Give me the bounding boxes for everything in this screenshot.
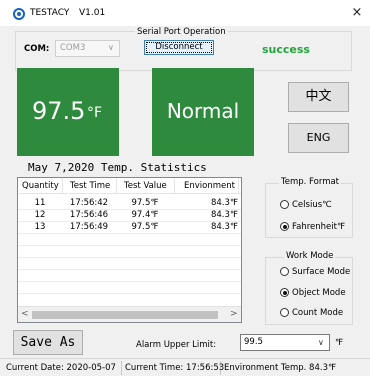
cell-quantity: 12 <box>34 210 46 220</box>
app-version: V1.01 <box>79 8 106 18</box>
object-mode-label[interactable]: Object Mode <box>292 288 346 298</box>
column-header-test-value[interactable]: Test Value <box>124 181 167 191</box>
alarm-limit-label: Alarm Upper Limit: <box>136 340 217 350</box>
work-mode-legend: Work Mode <box>284 251 336 261</box>
temperature-unit: °F <box>87 105 103 121</box>
save-as-button[interactable]: Save As <box>13 330 83 355</box>
cell-test-time: 17:56:42 <box>69 198 109 208</box>
chevron-down-icon[interactable]: ∨ <box>318 338 324 347</box>
environment-temp-label: Environment Temp. <box>224 363 307 373</box>
environment-temp-value: 84.3℉ <box>309 363 337 373</box>
current-date-value: 2020-05-07 <box>66 363 116 373</box>
cell-test-value: 97.5℉ <box>131 198 159 208</box>
scroll-left-icon[interactable]: < <box>21 309 29 319</box>
environment-temp: Environment Temp. 84.3℉ <box>221 361 359 375</box>
horizontal-scrollbar[interactable]: < > <box>18 306 241 322</box>
connection-status: success <box>262 43 310 56</box>
temp-format-legend: Temp. Format <box>279 177 342 187</box>
object-mode-radio[interactable] <box>280 288 289 297</box>
cell-test-value: 97.5℉ <box>131 222 159 232</box>
cell-environment: 84.3℉ <box>210 222 238 232</box>
status-bar: Current Date: 2020-05-07 Current Time: 1… <box>0 358 370 376</box>
current-date-label: Current Date: <box>6 363 64 373</box>
table-header: Quantity Test Time Test Value Envionment <box>18 178 241 194</box>
chevron-down-icon: ∨ <box>108 43 114 52</box>
table-row[interactable]: 11 17:56:42 97.5℉ 84.3℉ <box>18 197 241 209</box>
count-mode-label[interactable]: Count Mode <box>292 308 343 318</box>
app-logo-icon <box>13 8 25 20</box>
serial-port-legend: Serial Port Operation <box>135 27 228 37</box>
table-row[interactable]: 12 17:56:46 97.4℉ 84.3℉ <box>18 209 241 221</box>
status-text: Normal <box>166 99 240 123</box>
surface-mode-radio[interactable] <box>280 267 289 276</box>
cell-environment: 84.3℉ <box>210 198 238 208</box>
current-date: Current Date: 2020-05-07 <box>3 361 122 375</box>
alarm-unit: ℉ <box>335 338 344 348</box>
disconnect-button[interactable]: Disconnect <box>144 40 214 55</box>
chinese-language-button[interactable]: 中文 <box>288 82 349 112</box>
cell-environment: 84.3℉ <box>210 210 238 220</box>
table-row[interactable]: 13 17:56:49 97.5℉ 84.3℉ <box>18 221 241 233</box>
current-time: Current Time: 17:56:53 <box>122 361 225 375</box>
com-label: COM: <box>24 44 50 54</box>
column-header-environment[interactable]: Envionment <box>184 181 235 191</box>
fahrenheit-label[interactable]: Fahrenheit℉ <box>292 222 345 232</box>
current-time-value: 17:56:53 <box>186 363 225 373</box>
cell-quantity: 13 <box>34 222 46 232</box>
cell-test-value: 97.4℉ <box>131 210 159 220</box>
fahrenheit-radio[interactable] <box>280 222 289 231</box>
cell-test-time: 17:56:49 <box>69 222 109 232</box>
statistics-table[interactable]: Quantity Test Time Test Value Envionment… <box>17 177 242 323</box>
column-header-test-time[interactable]: Test Time <box>70 181 110 191</box>
celsius-label[interactable]: Celsius℃ <box>292 200 332 210</box>
cell-test-time: 17:56:46 <box>69 210 109 220</box>
close-icon[interactable]: × <box>349 5 365 21</box>
cell-quantity: 11 <box>34 198 46 208</box>
count-mode-radio[interactable] <box>280 308 289 317</box>
current-time-label: Current Time: <box>125 363 184 373</box>
scrollbar-thumb[interactable] <box>32 311 218 319</box>
column-header-quantity[interactable]: Quantity <box>22 181 59 191</box>
celsius-radio[interactable] <box>280 200 289 209</box>
alarm-limit-select[interactable]: 99.5 <box>240 334 330 351</box>
temperature-value: 97.5 <box>32 97 86 125</box>
statistics-title: May 7,2020 Temp. Statistics <box>28 161 207 174</box>
scroll-right-icon[interactable]: > <box>230 309 238 319</box>
surface-mode-label[interactable]: Surface Mode <box>292 267 350 277</box>
english-language-button[interactable]: ENG <box>288 123 349 153</box>
window-title: TESTACY <box>30 8 70 18</box>
